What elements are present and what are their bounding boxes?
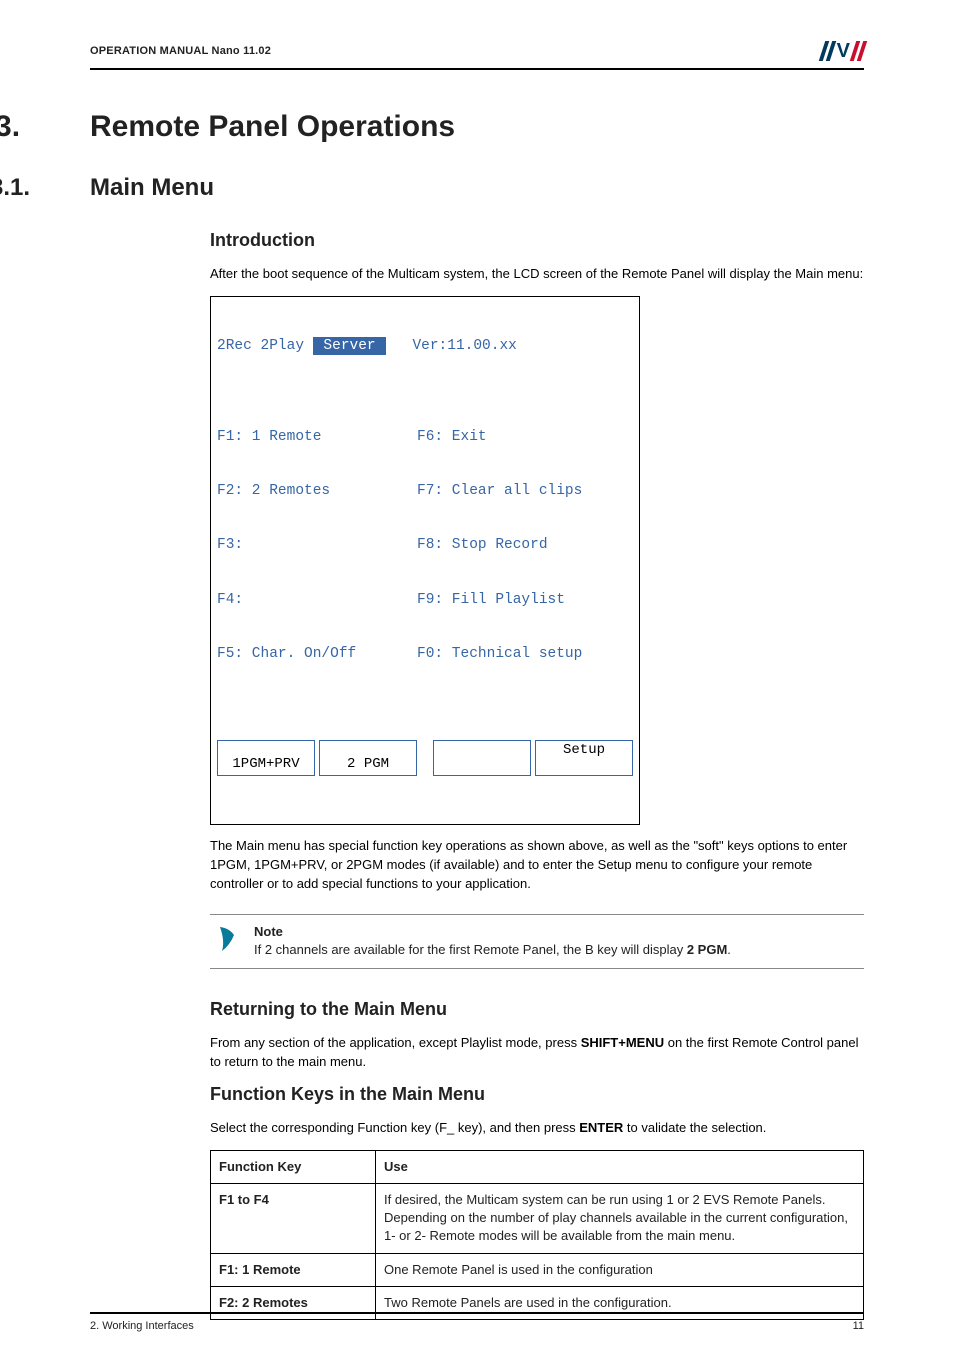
- manual-title: OPERATION MANUAL Nano 11.02: [90, 45, 271, 57]
- evs-logo: V: [822, 40, 864, 62]
- intro-heading: Introduction: [210, 230, 864, 251]
- note-body-after: .: [727, 942, 731, 957]
- lcd-f9: F9: Fill Playlist: [417, 591, 633, 609]
- function-keys-table: Function Key Use F1 to F4 If desired, th…: [210, 1150, 864, 1320]
- footer-page-number: 11: [853, 1320, 864, 1332]
- soft-key-a-bottom: 1PGM+PRV: [218, 756, 314, 774]
- lcd-f0: F0: Technical setup: [417, 645, 633, 663]
- fk-intro-after: to validate the selection.: [623, 1120, 766, 1135]
- subsection-title: Main Menu: [90, 174, 214, 202]
- subsection-number: 2.3.1.: [0, 174, 50, 202]
- lcd-top-mid: Server: [313, 337, 387, 355]
- soft-key-b: 2 PGM: [319, 740, 417, 776]
- note-body-bold: 2 PGM: [687, 942, 727, 957]
- soft-key-a: 1PGM+PRV: [217, 740, 315, 776]
- fk-key-cell: F1 to F4: [211, 1184, 376, 1254]
- soft-key-c: [433, 740, 531, 776]
- page-header: OPERATION MANUAL Nano 11.02 V: [90, 40, 864, 70]
- lcd-f1: F1: 1 Remote: [217, 428, 417, 446]
- section-heading: 2.3. Remote Panel Operations: [90, 110, 864, 144]
- lcd-f6: F6: Exit: [417, 428, 633, 446]
- table-row: F1: 1 Remote One Remote Panel is used in…: [211, 1253, 864, 1286]
- soft-key-d: Setup: [535, 740, 633, 776]
- note-box: Note If 2 channels are available for the…: [210, 914, 864, 970]
- lcd-f3: F3:: [217, 536, 417, 554]
- after-lcd-paragraph: The Main menu has special function key o…: [210, 837, 864, 894]
- intro-paragraph: After the boot sequence of the Multicam …: [210, 265, 864, 284]
- lcd-f5: F5: Char. On/Off: [217, 645, 417, 663]
- fk-use-cell: If desired, the Multicam system can be r…: [376, 1184, 864, 1254]
- page-footer: 2. Working Interfaces 11: [90, 1312, 864, 1332]
- lcd-f2: F2: 2 Remotes: [217, 482, 417, 500]
- lcd-top-left: 2Rec 2Play: [217, 337, 313, 355]
- lcd-top-right: Ver:11.00.xx: [386, 337, 517, 355]
- lcd-f4: F4:: [217, 591, 417, 609]
- section-number: 2.3.: [0, 110, 50, 144]
- fk-intro-before: Select the corresponding Function key (F…: [210, 1120, 579, 1135]
- lcd-f7: F7: Clear all clips: [417, 482, 633, 500]
- fk-use-cell: One Remote Panel is used in the configur…: [376, 1253, 864, 1286]
- footer-left: 2. Working Interfaces: [90, 1320, 194, 1332]
- col-header-key: Function Key: [211, 1150, 376, 1183]
- lcd-f8: F8: Stop Record: [417, 536, 633, 554]
- note-body-before: If 2 channels are available for the firs…: [254, 942, 687, 957]
- returning-paragraph: From any section of the application, exc…: [210, 1034, 864, 1072]
- function-keys-heading: Function Keys in the Main Menu: [210, 1084, 864, 1105]
- soft-key-d-top: Setup: [536, 742, 632, 760]
- section-title: Remote Panel Operations: [90, 110, 455, 144]
- function-keys-intro: Select the corresponding Function key (F…: [210, 1119, 864, 1138]
- note-title: Note: [254, 923, 864, 942]
- col-header-use: Use: [376, 1150, 864, 1183]
- returning-bold: SHIFT+MENU: [581, 1035, 664, 1050]
- fk-intro-bold: ENTER: [579, 1120, 623, 1135]
- lcd-screen: 2Rec 2Play Server Ver:11.00.xx F1: 1 Rem…: [210, 296, 640, 825]
- returning-heading: Returning to the Main Menu: [210, 999, 864, 1020]
- note-icon: [216, 925, 238, 953]
- subsection-heading: 2.3.1. Main Menu: [90, 174, 864, 202]
- table-row: F1 to F4 If desired, the Multicam system…: [211, 1184, 864, 1254]
- logo-v-icon: V: [837, 40, 849, 63]
- returning-before: From any section of the application, exc…: [210, 1035, 581, 1050]
- soft-key-b-bottom: 2 PGM: [320, 756, 416, 774]
- fk-key-cell: F1: 1 Remote: [211, 1253, 376, 1286]
- table-header-row: Function Key Use: [211, 1150, 864, 1183]
